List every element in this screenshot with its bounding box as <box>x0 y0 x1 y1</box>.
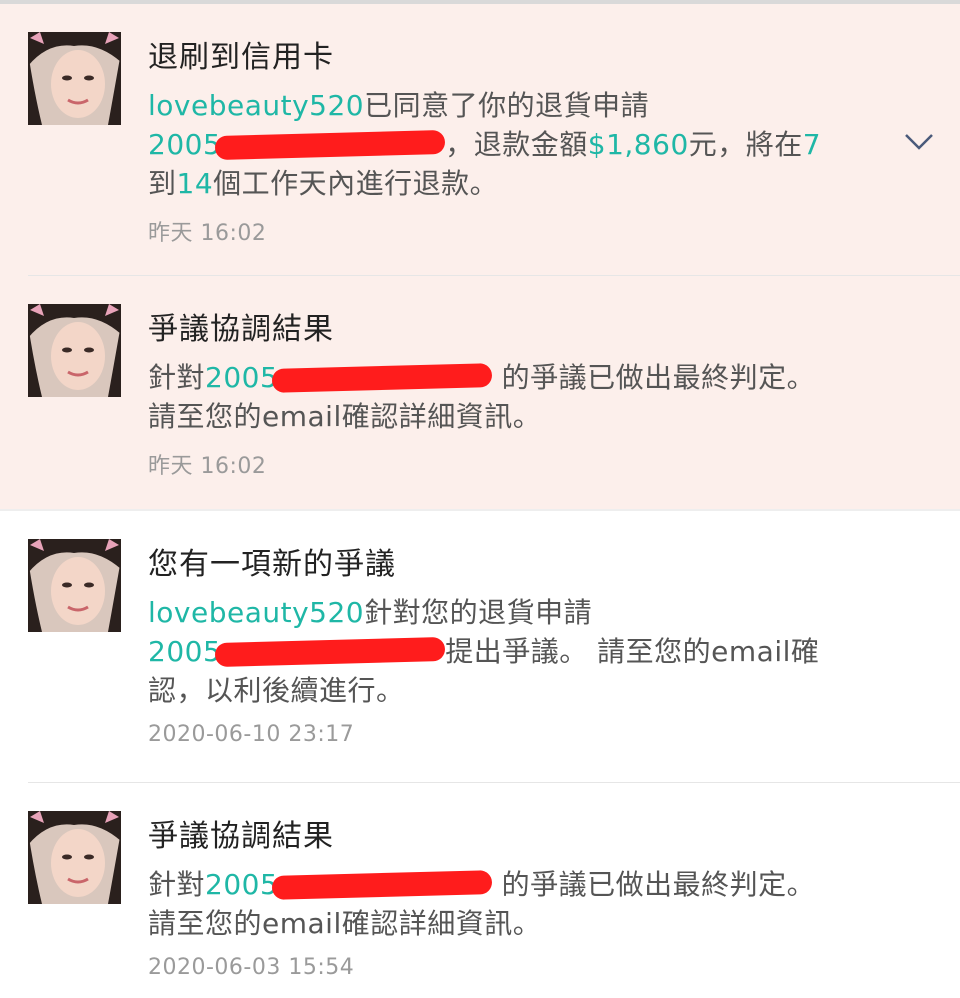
redaction-mark <box>272 870 493 900</box>
refund-amount: $1,860 <box>587 128 689 161</box>
avatar <box>28 32 121 125</box>
order-number[interactable]: 2005 <box>205 868 278 901</box>
notification-list: 退刷到信用卡 lovebeauty520已同意了你的退貨申請 2005 ，退款金額… <box>0 4 960 998</box>
chevron-down-icon[interactable] <box>904 132 934 152</box>
avatar <box>28 539 121 632</box>
order-number[interactable]: 2005 <box>148 128 221 161</box>
username-link[interactable]: lovebeauty520 <box>148 596 364 629</box>
notification-body: lovebeauty520針對您的退貨申請 2005 提出爭議。 請至您的emai… <box>148 596 820 707</box>
notification-item-refund[interactable]: 退刷到信用卡 lovebeauty520已同意了你的退貨申請 2005 ，退款金額… <box>0 4 960 276</box>
notification-body: 針對2005 的爭議已做出最終判定。請至您的email確認詳細資訊。 <box>148 361 816 433</box>
notification-body: 針對2005 的爭議已做出最終判定。請至您的email確認詳細資訊。 <box>148 868 816 940</box>
notification-item-dispute-result[interactable]: 爭議協調結果 針對2005 的爭議已做出最終判定。請至您的email確認詳細資訊… <box>0 783 960 998</box>
notification-title: 爭議協調結果 <box>148 312 334 347</box>
redaction-mark <box>214 129 446 161</box>
notification-item-new-dispute[interactable]: 您有一項新的爭議 lovebeauty520針對您的退貨申請 2005 提出爭議。… <box>0 511 960 783</box>
avatar <box>28 811 121 904</box>
notification-body: lovebeauty520已同意了你的退貨申請 2005 ，退款金額$1,860元… <box>148 89 822 200</box>
notification-item-dispute-result[interactable]: 爭議協調結果 針對2005 的爭議已做出最終判定。請至您的email確認詳細資訊… <box>0 276 960 509</box>
timestamp: 昨天 16:02 <box>148 221 267 246</box>
notification-title: 您有一項新的爭議 <box>148 547 396 582</box>
timestamp: 2020-06-10 23:17 <box>148 722 355 747</box>
order-number[interactable]: 2005 <box>148 635 221 668</box>
timestamp: 昨天 16:02 <box>148 454 267 479</box>
username-link[interactable]: lovebeauty520 <box>148 89 364 122</box>
timestamp: 2020-06-03 15:54 <box>148 955 355 980</box>
order-number[interactable]: 2005 <box>205 361 278 394</box>
redaction-mark <box>272 363 493 393</box>
avatar <box>28 304 121 397</box>
notification-title: 退刷到信用卡 <box>148 40 334 75</box>
notification-title: 爭議協調結果 <box>148 819 334 854</box>
redaction-mark <box>214 636 446 668</box>
